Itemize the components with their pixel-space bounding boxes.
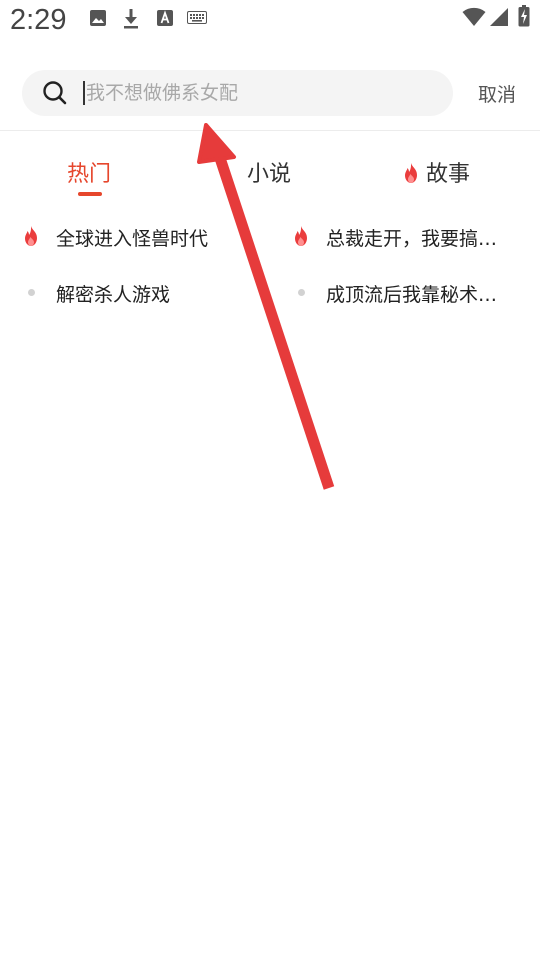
list-item-label: 总裁走开，我要搞… [326,228,498,250]
list-item[interactable]: 成顶流后我靠秘术… [292,280,532,306]
fire-icon [25,226,37,246]
font-a-icon [157,10,173,26]
tab-novel[interactable]: 小说 [247,156,291,188]
active-tab-indicator [78,192,102,196]
download-icon [124,9,138,29]
annotation-arrow [197,123,335,490]
search-icon [43,81,67,105]
search-box[interactable] [22,70,453,116]
search-input[interactable] [86,70,436,116]
list-item-label: 成顶流后我靠秘术… [326,284,498,306]
list-item[interactable]: 解密杀人游戏 [22,280,262,306]
list-item-label: 全球进入怪兽时代 [56,228,209,250]
cellular-signal-icon [490,8,508,26]
tab-hot[interactable]: 热门 [67,156,111,188]
tab-story-label: 故事 [426,162,471,187]
fire-icon [295,226,307,246]
status-time: 2:29 [10,4,67,36]
battery-charging-icon [518,5,530,27]
image-notification-icon [90,10,106,26]
bullet-dot [28,289,35,296]
text-cursor [83,81,85,105]
list-item-label: 解密杀人游戏 [56,284,171,306]
list-item[interactable]: 总裁走开，我要搞… [292,224,532,250]
fire-icon [405,163,417,183]
wifi-icon [462,7,486,26]
cancel-button[interactable]: 取消 [478,80,516,107]
bullet-dot [298,289,305,296]
keyboard-icon [187,11,207,24]
list-item[interactable]: 全球进入怪兽时代 [22,224,262,250]
tab-story[interactable]: 故事 [402,156,470,188]
divider [0,130,540,131]
status-bar: 2:29 [0,0,540,46]
